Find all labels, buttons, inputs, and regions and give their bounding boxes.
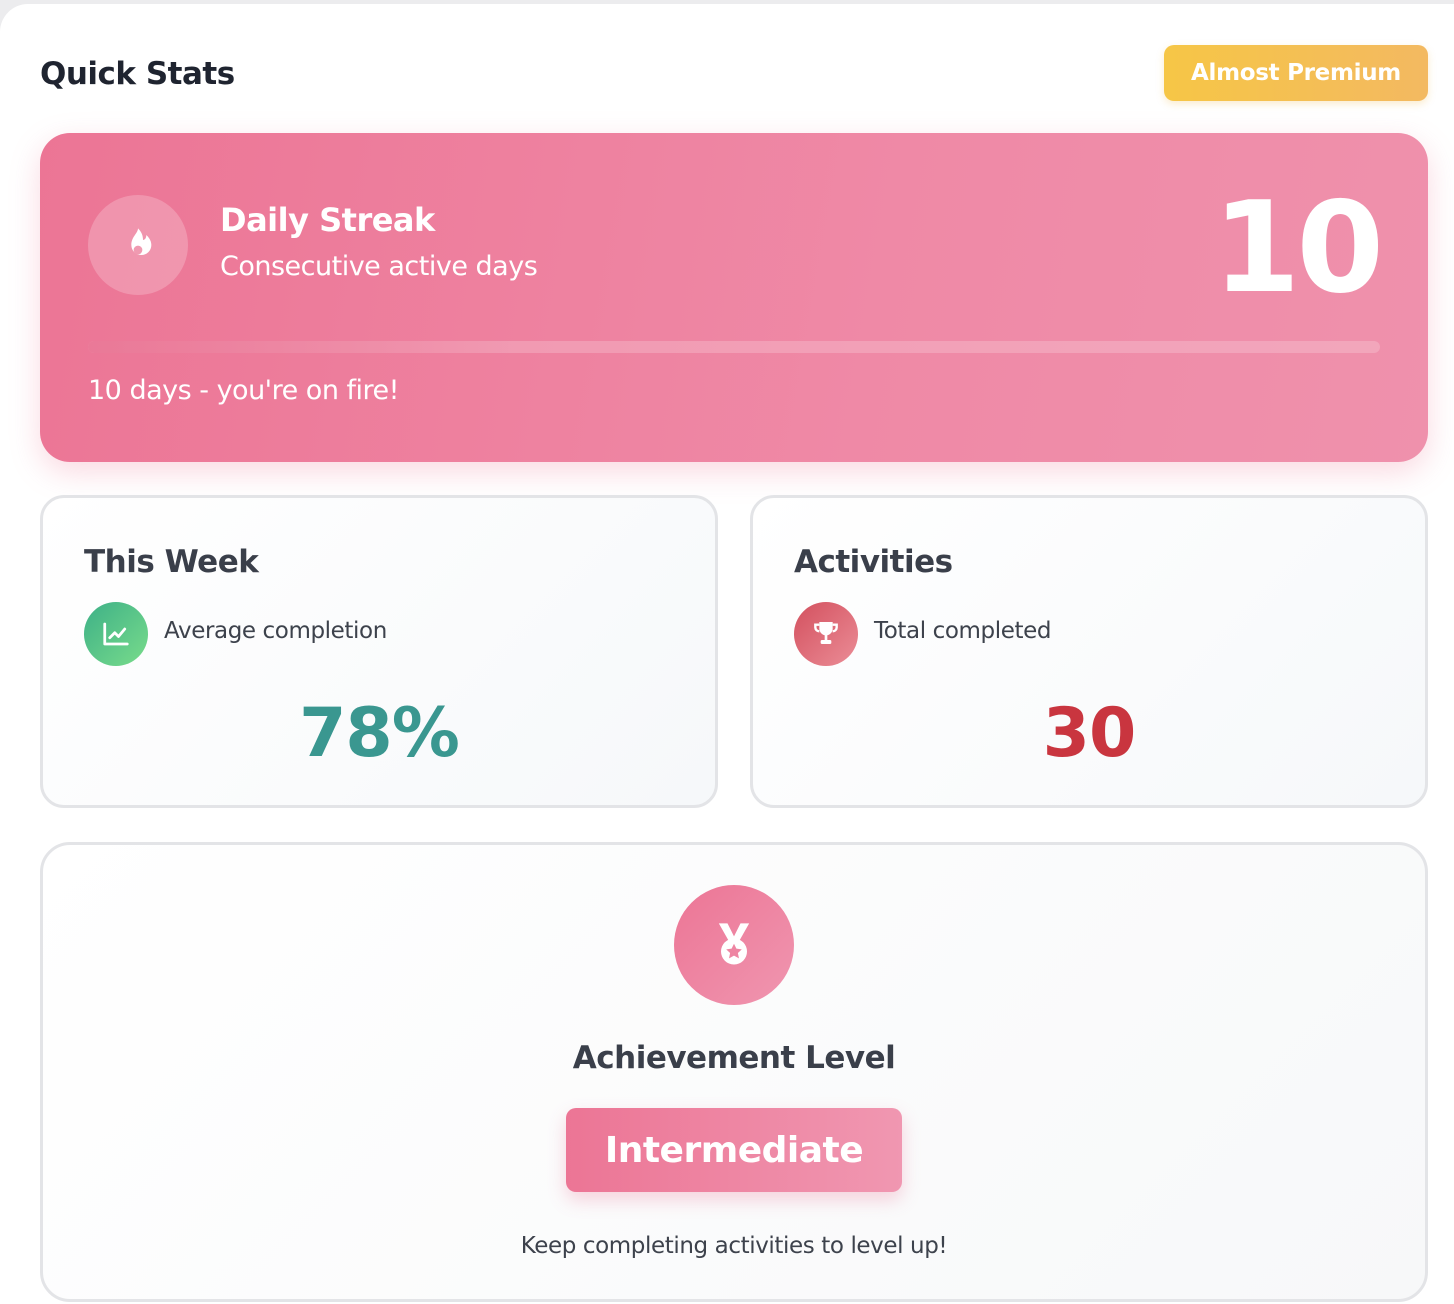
trophy-icon bbox=[814, 622, 838, 644]
fire-icon bbox=[131, 228, 152, 255]
quick-stats-panel: Quick Stats Almost Premium Daily Streak … bbox=[0, 4, 1454, 1304]
streak-title: Daily Streak bbox=[220, 201, 435, 239]
achievement-note: Keep completing activities to level up! bbox=[520, 1233, 948, 1259]
streak-progress-bar bbox=[88, 341, 1380, 353]
almost-premium-badge[interactable]: Almost Premium bbox=[1164, 45, 1428, 101]
daily-streak-card[interactable]: Daily Streak Consecutive active days 10 … bbox=[40, 133, 1428, 462]
achievement-level-badge[interactable]: Intermediate bbox=[566, 1108, 902, 1192]
page-title: Quick Stats bbox=[40, 56, 235, 92]
this-week-value: 78% bbox=[299, 694, 460, 773]
this-week-label: Average completion bbox=[164, 618, 387, 644]
this-week-title: This Week bbox=[84, 544, 259, 580]
trophy-icon-wrapper bbox=[794, 602, 858, 666]
streak-note: 10 days - you're on fire! bbox=[88, 375, 399, 406]
medal-icon-wrapper bbox=[674, 885, 794, 1005]
activities-title: Activities bbox=[794, 544, 953, 580]
medal-icon bbox=[718, 923, 750, 965]
activities-card[interactable]: Activities Total completed 30 bbox=[750, 495, 1428, 808]
achievement-card: Achievement Level Intermediate Keep comp… bbox=[40, 842, 1428, 1302]
achievement-title: Achievement Level bbox=[572, 1040, 896, 1076]
streak-count: 10 bbox=[1212, 174, 1384, 321]
chart-line-icon bbox=[103, 622, 129, 646]
streak-subtitle: Consecutive active days bbox=[220, 251, 538, 282]
streak-icon-wrapper bbox=[88, 195, 188, 295]
streak-progress-fill bbox=[88, 341, 515, 353]
activities-value: 30 bbox=[1042, 694, 1137, 773]
this-week-card[interactable]: This Week Average completion 78% bbox=[40, 495, 718, 808]
activities-label: Total completed bbox=[874, 618, 1052, 644]
chart-icon-wrapper bbox=[84, 602, 148, 666]
